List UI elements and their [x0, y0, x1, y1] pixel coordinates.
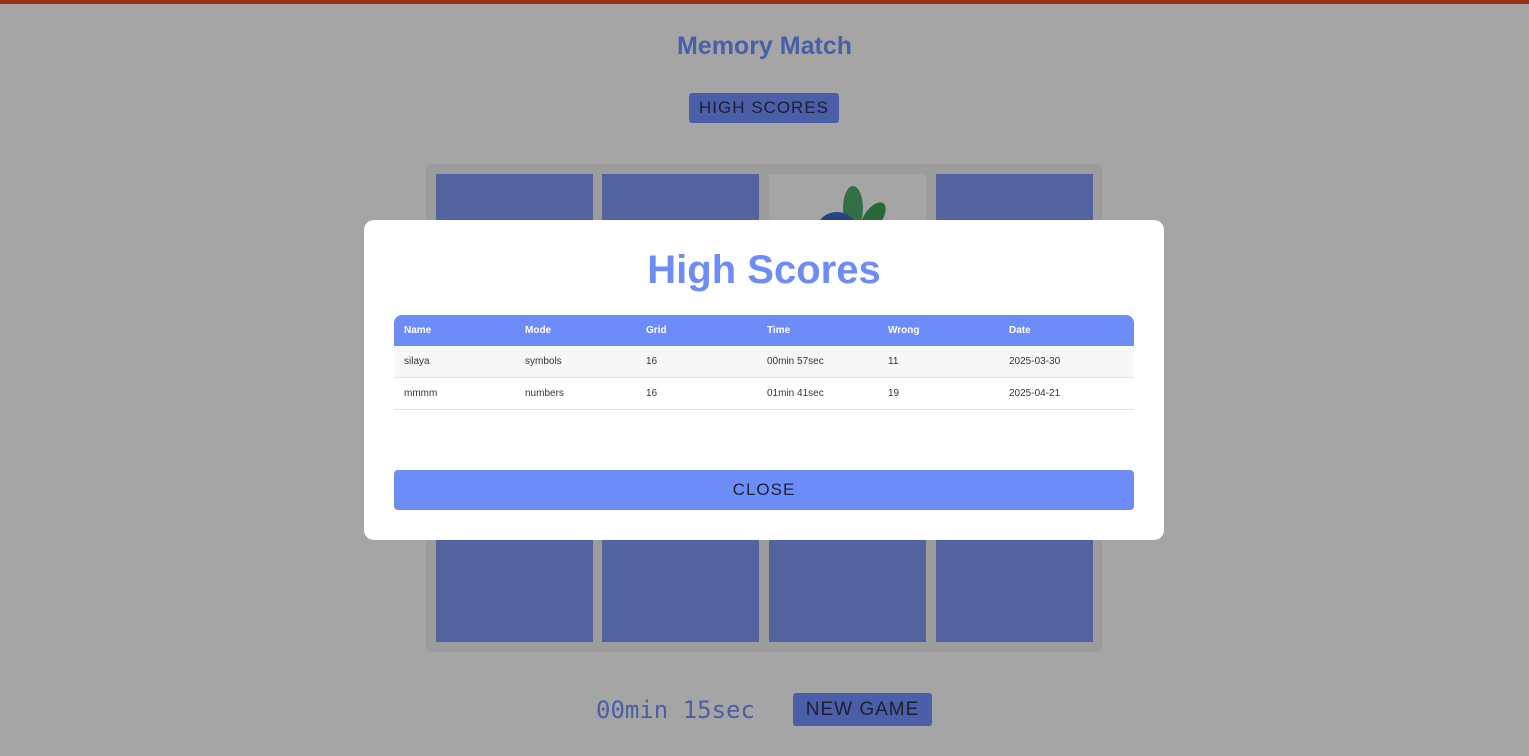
cell-mode: symbols [515, 346, 636, 378]
column-header-date: Date [999, 315, 1134, 346]
memory-match-page: Memory Match HIGH SCORES 00min 15sec NEW… [0, 0, 1529, 756]
column-header-name: Name [394, 315, 515, 346]
column-header-mode: Mode [515, 315, 636, 346]
cell-wrong: 19 [878, 377, 999, 410]
column-header-time: Time [757, 315, 878, 346]
high-scores-table: Name Mode Grid Time Wrong Date silaya sy… [394, 315, 1134, 410]
cell-wrong: 11 [878, 346, 999, 378]
cell-time: 00min 57sec [757, 346, 878, 378]
close-button[interactable]: CLOSE [394, 470, 1134, 510]
cell-name: mmmm [394, 377, 515, 410]
cell-date: 2025-03-30 [999, 346, 1134, 378]
cell-grid: 16 [636, 377, 757, 410]
table-header-row: Name Mode Grid Time Wrong Date [394, 315, 1134, 346]
modal-title: High Scores [647, 248, 881, 292]
cell-mode: numbers [515, 377, 636, 410]
cell-grid: 16 [636, 346, 757, 378]
cell-time: 01min 41sec [757, 377, 878, 410]
table-row: silaya symbols 16 00min 57sec 11 2025-03… [394, 346, 1134, 378]
high-scores-modal: High Scores Name Mode Grid Time Wrong Da… [364, 220, 1164, 540]
column-header-grid: Grid [636, 315, 757, 346]
table-row: mmmm numbers 16 01min 41sec 19 2025-04-2… [394, 377, 1134, 410]
cell-date: 2025-04-21 [999, 377, 1134, 410]
cell-name: silaya [394, 346, 515, 378]
column-header-wrong: Wrong [878, 315, 999, 346]
